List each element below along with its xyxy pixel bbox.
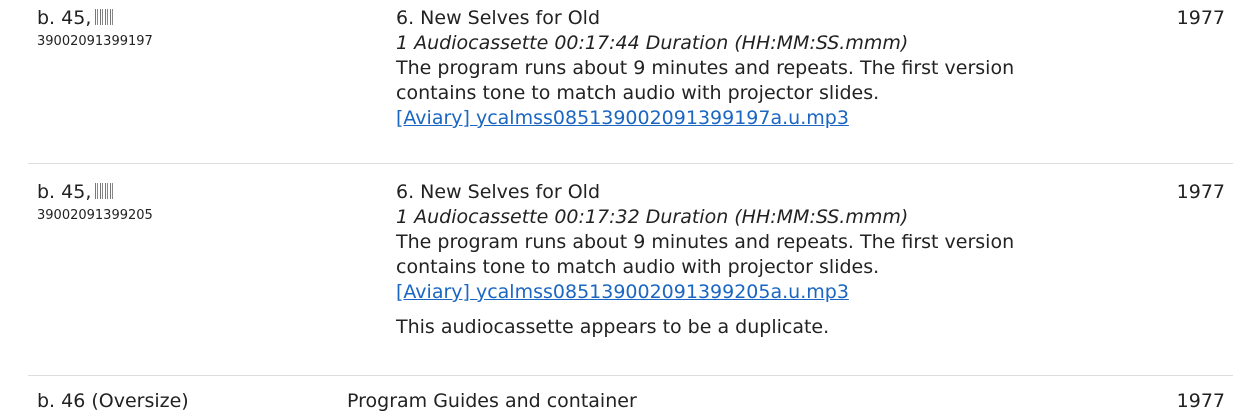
duplicate-note: This audiocassette appears to be a dupli… — [396, 316, 830, 338]
container-location: b. 45, 39002091399205 — [37, 180, 337, 225]
item-date: 1977 — [1176, 390, 1225, 412]
item-note-line: The program runs about 9 minutes and rep… — [396, 57, 1015, 79]
item-note-line: contains tone to match audio with projec… — [396, 82, 880, 104]
box-number: b. 45, — [37, 7, 92, 29]
box-number: b. 46 (Oversize) — [37, 390, 189, 412]
item-title: Program Guides and container — [347, 390, 637, 412]
barcode-number: 39002091399197 — [37, 34, 153, 49]
item-description: 6. New Selves for Old 1 Audiocassette 00… — [396, 6, 1156, 131]
barcode-icon — [95, 9, 115, 25]
barcode-icon — [95, 183, 115, 199]
item-title: 6. New Selves for Old — [396, 181, 601, 203]
item-note-line: The program runs about 9 minutes and rep… — [396, 231, 1015, 253]
item-date: 1977 — [1176, 7, 1225, 29]
container-location: b. 45, 39002091399197 — [37, 6, 337, 51]
row-divider — [28, 163, 1233, 164]
item-extent: 1 Audiocassette 00:17:32 Duration (HH:MM… — [396, 206, 909, 228]
item-description: 6. New Selves for Old 1 Audiocassette 00… — [396, 180, 1156, 340]
aviary-audio-link[interactable]: [Aviary] ycalmss085139002091399197a.u.mp… — [396, 107, 849, 129]
item-extent: 1 Audiocassette 00:17:44 Duration (HH:MM… — [396, 32, 909, 54]
container-location: b. 46 (Oversize) — [37, 389, 337, 414]
barcode-number: 39002091399205 — [37, 208, 153, 223]
row-divider — [28, 375, 1233, 376]
item-date: 1977 — [1176, 181, 1225, 203]
aviary-audio-link[interactable]: [Aviary] ycalmss085139002091399205a.u.mp… — [396, 281, 849, 303]
item-title: 6. New Selves for Old — [396, 7, 601, 29]
item-note-line: contains tone to match audio with projec… — [396, 256, 880, 278]
box-number: b. 45, — [37, 181, 92, 203]
